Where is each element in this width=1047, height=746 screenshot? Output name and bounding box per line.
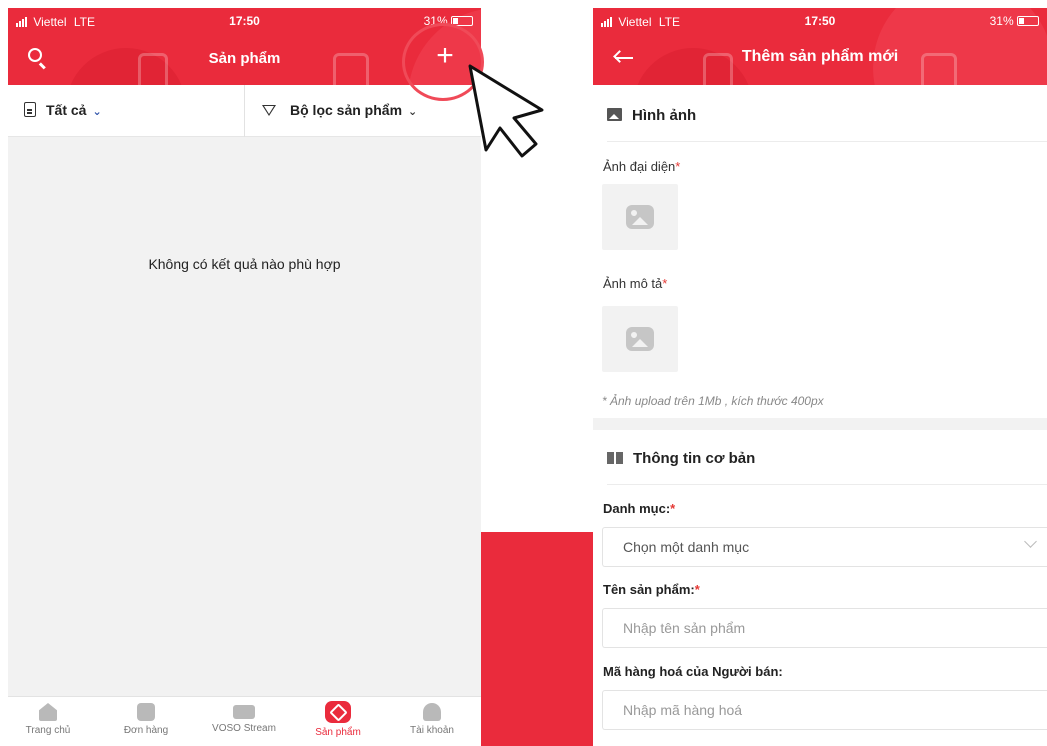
status-time: 17:50 (229, 14, 260, 28)
tab-label: Sản phẩm (315, 727, 361, 738)
label-text: Ảnh mô tả (603, 276, 663, 291)
required-mark: * (670, 501, 676, 516)
divider (244, 85, 245, 137)
image-icon (607, 108, 622, 121)
filter-all-dropdown[interactable]: Tất cả ⌄ (24, 102, 102, 118)
section-title: Thông tin cơ bản (633, 450, 756, 467)
tab-label: Đơn hàng (123, 725, 169, 736)
filter-icon (262, 105, 276, 116)
orders-icon (137, 703, 155, 721)
label-text: Mã hàng hoá của Người bán: (603, 664, 783, 679)
products-screen: Viettel LTE 17:50 31% Sản phẩm + Tất cả ⌄… (8, 8, 481, 746)
status-bar: Viettel LTE 17:50 31% (8, 8, 481, 34)
product-name-placeholder: Nhập tên sản phẩm (623, 620, 746, 636)
chevron-down-icon (1024, 535, 1037, 548)
avatar-image-upload[interactable] (602, 184, 678, 250)
tab-home[interactable]: Trang chủ (8, 703, 88, 736)
battery-percent: 31% (989, 14, 1014, 28)
video-icon (233, 705, 255, 719)
status-bar: Viettel LTE 17:50 31% (593, 8, 1047, 34)
header-bar: Viettel LTE 17:50 31% Thêm sản phẩm mới (593, 8, 1047, 85)
section-heading-basic-info: Thông tin cơ bản (607, 450, 755, 467)
sku-label: Mã hàng hoá của Người bán: (603, 664, 783, 679)
product-box-icon (325, 701, 351, 723)
description-image-label: Ảnh mô tả* (603, 276, 667, 291)
product-name-input[interactable]: Nhập tên sản phẩm (602, 608, 1047, 648)
tab-products[interactable]: Sản phẩm (298, 701, 378, 738)
tab-label: VOSO Stream (212, 723, 276, 734)
page-title: Thêm sản phẩm mới (741, 48, 899, 65)
empty-state-message: Không có kết quả nào phù hợp (148, 256, 341, 272)
category-placeholder: Chọn một danh mục (623, 539, 750, 555)
add-product-screen: Viettel LTE 17:50 31% Thêm sản phẩm mới … (593, 8, 1047, 746)
label-text: Tên sản phẩm: (603, 582, 695, 597)
document-icon (24, 102, 36, 117)
label-text: Ảnh đại diện (603, 159, 676, 174)
tab-orders[interactable]: Đơn hàng (106, 703, 186, 736)
required-mark: * (662, 276, 668, 291)
background-block (481, 532, 593, 746)
status-time: 17:50 (804, 14, 836, 28)
divider (607, 484, 1047, 485)
product-filter-dropdown[interactable]: Bộ lọc sản phẩm ⌄ (262, 102, 417, 118)
home-icon (39, 703, 57, 721)
product-filter-label: Bộ lọc sản phẩm (290, 102, 403, 118)
tab-label: Tài khoản (410, 725, 454, 736)
section-gap (593, 418, 1047, 430)
image-placeholder-icon (626, 205, 654, 229)
filter-bar: Tất cả ⌄ Bộ lọc sản phẩm ⌄ (8, 85, 481, 137)
upload-note: * Ảnh upload trên 1Mb , kích thước 400px (602, 394, 824, 408)
battery-icon (1017, 16, 1039, 26)
description-image-upload[interactable] (602, 306, 678, 372)
image-placeholder-icon (626, 327, 654, 351)
section-heading-images: Hình ảnh (607, 107, 696, 124)
required-mark: * (694, 582, 700, 597)
chevron-down-icon: ⌄ (92, 106, 102, 118)
tab-label: Trang chủ (25, 725, 71, 736)
section-title: Hình ảnh (632, 107, 697, 124)
product-name-label: Tên sản phẩm:* (603, 582, 700, 597)
chevron-down-icon: ⌄ (408, 106, 418, 118)
category-label: Danh mục:* (603, 501, 675, 516)
avatar-image-label: Ảnh đại diện* (603, 159, 680, 174)
book-icon (607, 452, 623, 464)
filter-all-label: Tất cả (46, 102, 87, 118)
bottom-tab-bar: Trang chủ Đơn hàng VOSO Stream Sản phẩm … (8, 696, 481, 746)
category-select[interactable]: Chọn một danh mục (602, 527, 1047, 567)
required-mark: * (675, 159, 681, 174)
tab-account[interactable]: Tài khoản (392, 703, 472, 736)
label-text: Danh mục: (603, 501, 671, 516)
battery-status: 31% (990, 14, 1039, 28)
sku-input[interactable]: Nhập mã hàng hoá (602, 690, 1047, 730)
divider (607, 141, 1047, 142)
sku-placeholder: Nhập mã hàng hoá (623, 702, 743, 718)
cursor-arrow-icon (468, 64, 544, 158)
account-icon (423, 703, 441, 721)
tab-voso-stream[interactable]: VOSO Stream (204, 703, 284, 734)
